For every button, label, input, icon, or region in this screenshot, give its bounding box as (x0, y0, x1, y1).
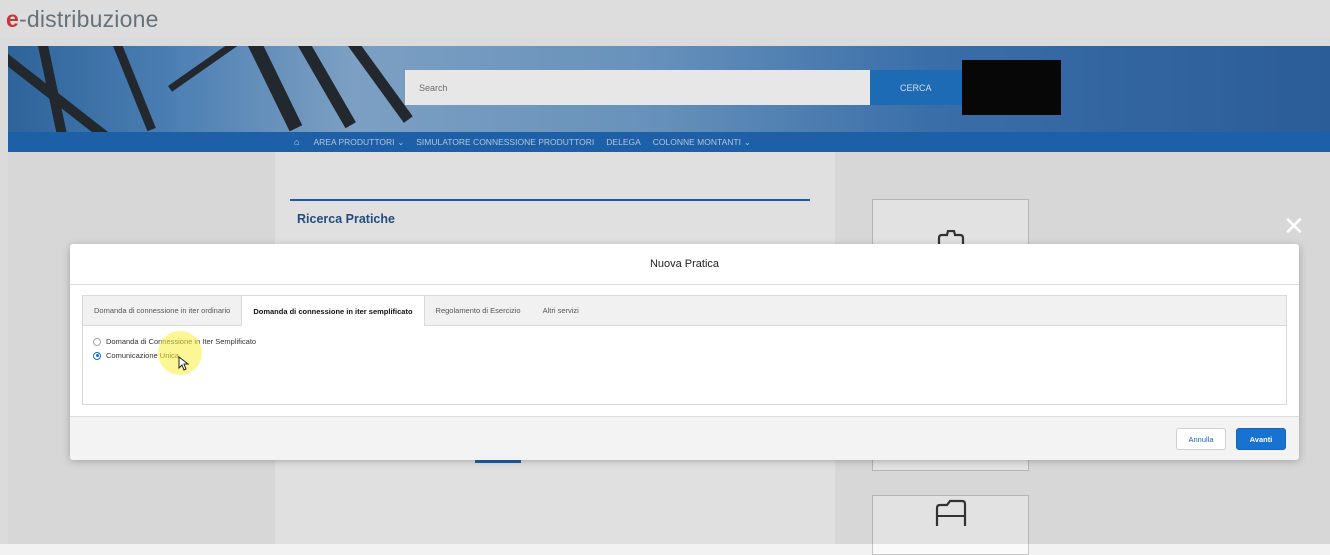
hero-beam (248, 46, 303, 132)
tab-iter-ordinario[interactable]: Domanda di connessione in iter ordinario (83, 296, 241, 325)
section-title: Ricerca Pratiche (297, 212, 395, 226)
radio-button[interactable] (93, 337, 101, 346)
top-bar: e-distribuzione (0, 0, 1330, 38)
nav-item-area-produttori[interactable]: AREA PRODUTTORI ⌄ (313, 137, 404, 147)
tab-iter-semplificato[interactable]: Domanda di connessione in iter semplific… (241, 296, 425, 326)
nav-item-delega[interactable]: DELEGA (606, 137, 641, 147)
nav-item-colonne-montanti[interactable]: COLONNE MONTANTI ⌄ (653, 137, 751, 147)
section-divider (290, 199, 810, 201)
nav-item-simulatore[interactable]: SIMULATORE CONNESSIONE PRODUTTORI (416, 137, 594, 147)
tab-regolamento-esercizio[interactable]: Regolamento di Esercizio (425, 296, 532, 325)
tab-bar: Domanda di connessione in iter ordinario… (83, 296, 1286, 326)
folder-icon (935, 499, 967, 526)
main-nav: ⌂ AREA PRODUTTORI ⌄ SIMULATORE CONNESSION… (8, 132, 1330, 152)
modal-title: Nuova Pratica (649, 258, 720, 270)
nav-item-label: AREA PRODUTTORI (313, 137, 395, 147)
side-card-folder[interactable] (872, 495, 1029, 555)
logo-e-mark: e (6, 6, 19, 32)
tabs-panel: Domanda di connessione in iter ordinario… (82, 295, 1287, 405)
home-icon[interactable]: ⌂ (294, 137, 299, 147)
tab-altri-servizi[interactable]: Altri servizi (532, 296, 590, 325)
logo-text: -distribuzione (19, 6, 159, 32)
search-button[interactable]: CERCA (870, 70, 962, 105)
chevron-down-icon: ⌄ (743, 138, 751, 147)
search-input[interactable] (405, 70, 870, 105)
next-button[interactable]: Avanti (1236, 428, 1286, 450)
radio-button-checked[interactable] (93, 351, 101, 360)
hero-beam (348, 46, 413, 123)
site-logo[interactable]: e-distribuzione (6, 6, 159, 33)
nav-item-label: COLONNE MONTANTI (652, 137, 741, 147)
cancel-button[interactable]: Annulla (1176, 428, 1226, 450)
chevron-down-icon: ⌄ (397, 138, 405, 147)
close-icon[interactable]: ✕ (1283, 213, 1305, 239)
modal-footer: Annulla Avanti (70, 416, 1299, 460)
hero-beam (113, 46, 156, 132)
hero-beam (298, 46, 356, 129)
mouse-cursor-icon (178, 356, 189, 371)
modal-header: Nuova Pratica (70, 244, 1299, 285)
hero-beam (168, 46, 246, 92)
nuova-pratica-modal: Nuova Pratica Domanda di connessione in … (70, 244, 1299, 460)
redacted-box (962, 60, 1061, 115)
